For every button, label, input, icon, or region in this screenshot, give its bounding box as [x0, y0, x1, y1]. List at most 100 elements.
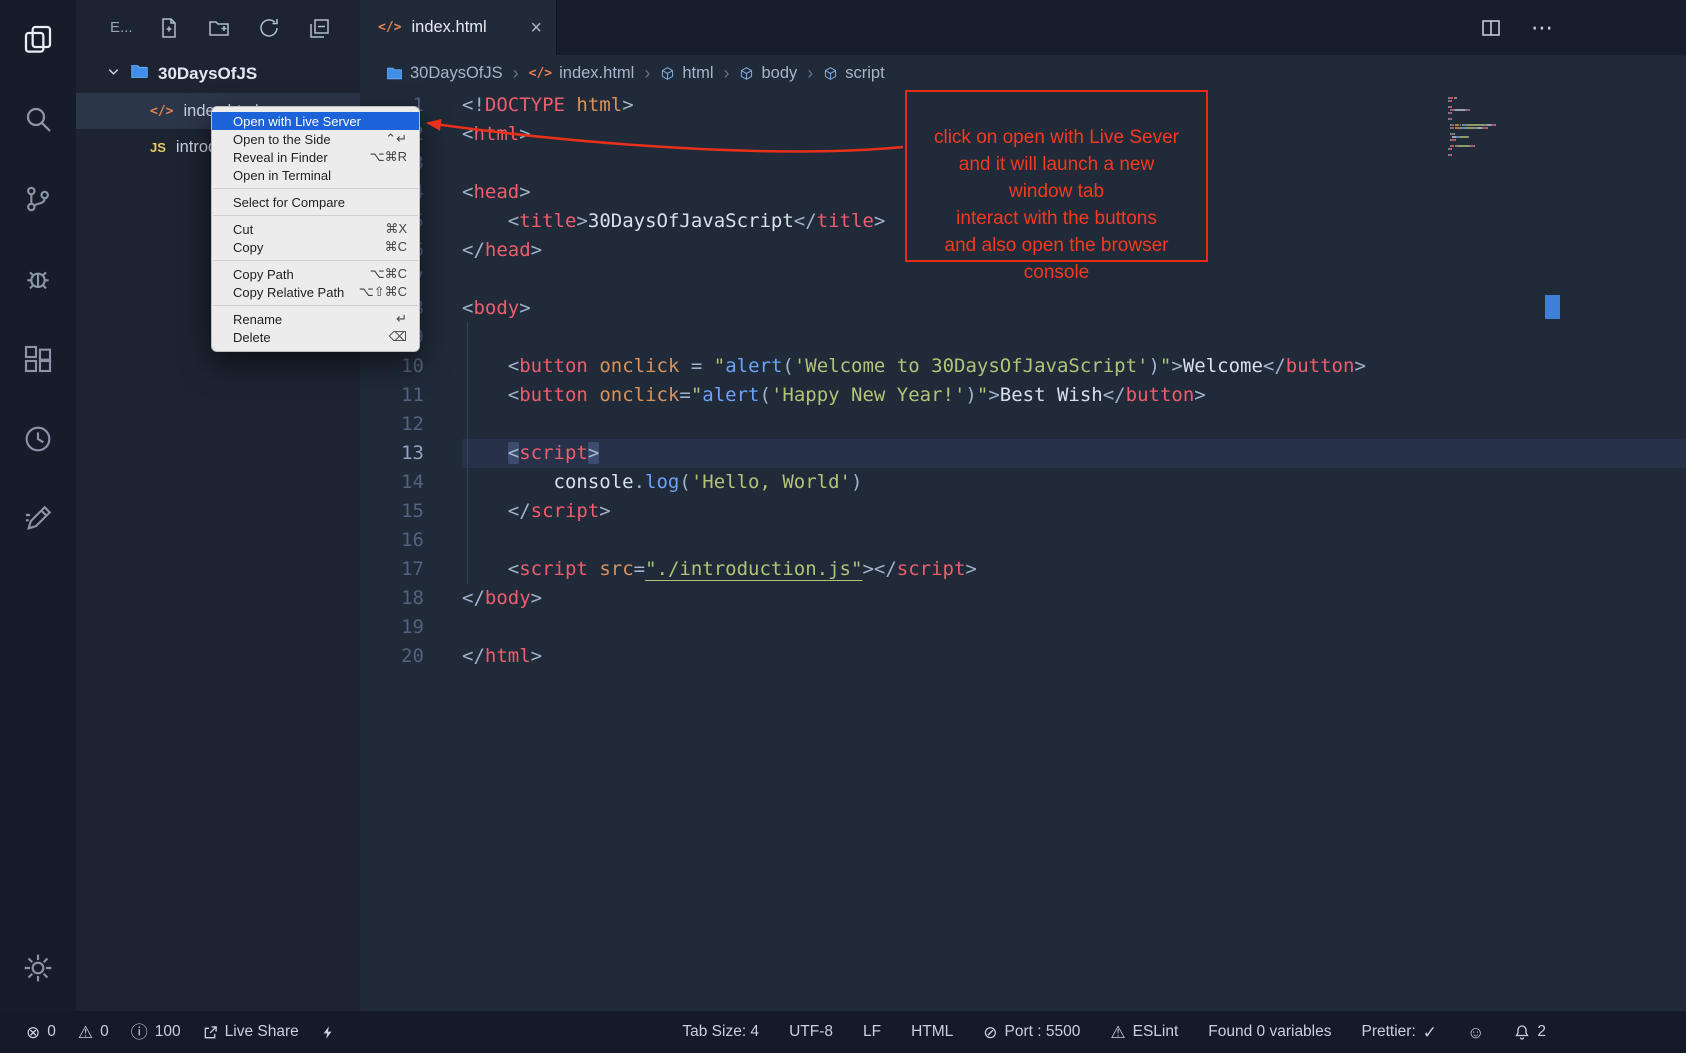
status-live-share[interactable]: Live Share [203, 1023, 299, 1041]
line-number[interactable]: 17 [360, 555, 424, 584]
status-variables[interactable]: Found 0 variables [1208, 1023, 1331, 1041]
code-line-8[interactable]: 8<body> [360, 294, 1686, 323]
line-number[interactable]: 16 [360, 526, 424, 555]
breadcrumb-script[interactable]: script [823, 64, 884, 83]
line-number[interactable]: 13 [360, 439, 424, 468]
status-errors[interactable]: ⊗0 [26, 1023, 56, 1041]
refresh-icon[interactable] [256, 15, 282, 41]
status-warnings[interactable]: ⚠0 [78, 1023, 109, 1041]
menu-item-delete[interactable]: Delete⌫ [212, 328, 419, 346]
warning-icon: ⚠ [1110, 1024, 1125, 1041]
menu-item-copy-relative-path[interactable]: Copy Relative Path⌥⇧⌘C [212, 283, 419, 301]
extensions-icon[interactable] [21, 342, 55, 376]
breadcrumb-30daysofjs[interactable]: 30DaysOfJS [386, 64, 503, 83]
breadcrumb-body[interactable]: body [739, 64, 797, 83]
chevron-down-icon [106, 64, 121, 84]
status-left: ⊗0 ⚠0 ⓘ100 Live Share [26, 1023, 335, 1041]
new-folder-icon[interactable] [206, 15, 232, 41]
settings-gear-icon[interactable] [21, 951, 55, 985]
code-line-20[interactable]: 20 </html> [360, 642, 1686, 671]
code-line-11[interactable]: 11 <button onclick="alert('Happy New Yea… [360, 381, 1686, 410]
activity-bar [0, 0, 76, 1011]
code-text: </script> [462, 497, 611, 526]
code-line-12[interactable]: 12 [360, 410, 1686, 439]
annotation-box: click on open with Live Sever and it wil… [905, 90, 1208, 262]
clock-icon[interactable] [21, 422, 55, 456]
code-text: </head> [462, 236, 542, 265]
search-icon[interactable] [21, 102, 55, 136]
menu-item-copy[interactable]: Copy⌘C [212, 238, 419, 256]
line-number[interactable]: 18 [360, 584, 424, 613]
more-actions-icon[interactable]: ⋯ [1531, 15, 1554, 41]
code-line-19[interactable]: 19 [360, 613, 1686, 642]
code-line-13[interactable]: 13 <script> [360, 439, 1686, 468]
code-text: <script> [462, 439, 599, 468]
status-tab-size[interactable]: Tab Size: 4 [682, 1023, 759, 1041]
menu-item-copy-path[interactable]: Copy Path⌥⌘C [212, 265, 419, 283]
context-menu: Open with Live ServerOpen to the Side⌃↵R… [211, 106, 420, 352]
menu-item-reveal-in-finder[interactable]: Reveal in Finder⌥⌘R [212, 148, 419, 166]
tab-index-html[interactable]: </> index.html × [360, 0, 557, 55]
line-number[interactable]: 12 [360, 410, 424, 439]
minimap[interactable] [1448, 97, 1540, 157]
line-number[interactable]: 15 [360, 497, 424, 526]
code-text: </html> [462, 642, 542, 671]
root-folder-label: 30DaysOfJS [158, 64, 257, 84]
status-encoding[interactable]: UTF-8 [789, 1023, 833, 1041]
breadcrumb-index-html[interactable]: </>index.html [529, 64, 635, 83]
code-text: <title>30DaysOfJavaScript</title> [462, 207, 885, 236]
menu-separator [213, 305, 418, 306]
status-quick-action[interactable] [321, 1025, 335, 1040]
status-language-mode[interactable]: HTML [911, 1023, 953, 1041]
split-editor-icon[interactable] [1479, 16, 1503, 40]
status-port[interactable]: ⊘Port : 5500 [983, 1023, 1080, 1041]
line-number[interactable]: 11 [360, 381, 424, 410]
line-number[interactable]: 19 [360, 613, 424, 642]
breadcrumb-separator: › [513, 63, 519, 84]
lightning-icon [321, 1025, 335, 1040]
status-eol[interactable]: LF [863, 1023, 881, 1041]
new-file-icon[interactable] [156, 15, 182, 41]
html-file-icon: </> [150, 104, 173, 119]
smiley-icon: ☺ [1467, 1024, 1484, 1041]
menu-item-rename[interactable]: Rename↵ [212, 310, 419, 328]
status-eslint[interactable]: ⚠ESLint [1110, 1023, 1178, 1041]
vscode-window: E... 30DaysOfJS </> index.html JS intr [0, 0, 1686, 1053]
menu-item-select-for-compare[interactable]: Select for Compare [212, 193, 419, 211]
folder-icon [130, 62, 149, 86]
line-number[interactable]: 20 [360, 642, 424, 671]
status-feedback[interactable]: ☺ [1467, 1024, 1484, 1041]
line-number[interactable]: 14 [360, 468, 424, 497]
status-notifications[interactable]: 2 [1514, 1023, 1546, 1041]
code-line-17[interactable]: 17 <script src="./introduction.js"></scr… [360, 555, 1686, 584]
code-line-10[interactable]: 10 <button onclick = "alert('Welcome to … [360, 352, 1686, 381]
menu-item-open-with-live-server[interactable]: Open with Live Server [212, 112, 419, 130]
breadcrumb: 30DaysOfJS›</>index.html›html›body›scrip… [360, 55, 1686, 91]
status-bar: ⊗0 ⚠0 ⓘ100 Live Share Tab Size: 4 UTF-8 LF HTM… [0, 1011, 1686, 1053]
code-line-16[interactable]: 16 [360, 526, 1686, 555]
breadcrumb-separator: › [807, 63, 813, 84]
code-line-18[interactable]: 18</body> [360, 584, 1686, 613]
menu-item-open-to-the-side[interactable]: Open to the Side⌃↵ [212, 130, 419, 148]
status-prettier[interactable]: Prettier:✓ [1362, 1023, 1438, 1041]
run-debug-icon[interactable] [21, 262, 55, 296]
code-line-14[interactable]: 14 console.log('Hello, World') [360, 468, 1686, 497]
pen-icon[interactable] [21, 502, 55, 536]
html-file-icon: </> [378, 20, 401, 35]
status-metric[interactable]: ⓘ100 [131, 1023, 181, 1041]
code-line-9[interactable]: 9 [360, 323, 1686, 352]
close-icon[interactable]: × [530, 18, 542, 38]
source-control-icon[interactable] [21, 182, 55, 216]
overview-ruler-marker [1545, 295, 1560, 319]
menu-item-open-in-terminal[interactable]: Open in Terminal [212, 166, 419, 184]
tab-label: index.html [411, 18, 486, 37]
line-number[interactable]: 10 [360, 352, 424, 381]
menu-item-cut[interactable]: Cut⌘X [212, 220, 419, 238]
collapse-all-icon[interactable] [306, 15, 332, 41]
code-line-15[interactable]: 15 </script> [360, 497, 1686, 526]
folder-root-30daysofjs[interactable]: 30DaysOfJS [76, 55, 360, 93]
explorer-icon[interactable] [21, 22, 55, 56]
menu-separator [213, 215, 418, 216]
info-icon: ⓘ [131, 1024, 148, 1041]
breadcrumb-html[interactable]: html [660, 64, 713, 83]
